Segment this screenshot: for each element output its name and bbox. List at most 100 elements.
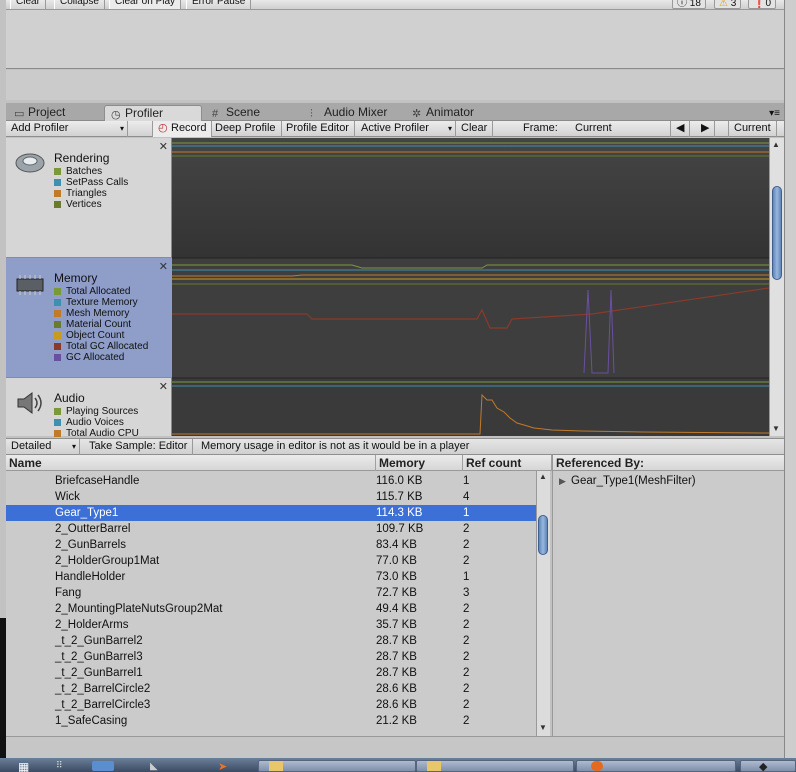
console-clear-button[interactable]: Clear — [10, 0, 46, 9]
frame-label: Frame: — [523, 122, 558, 134]
deep-profile-button[interactable]: Deep Profile — [210, 121, 282, 137]
legend-total-allocated[interactable]: Total Allocated — [54, 286, 131, 297]
legend-batches[interactable]: Batches — [54, 166, 102, 177]
tab-profiler[interactable]: ◷ Profiler — [104, 105, 202, 121]
legend-playing-sources[interactable]: Playing Sources — [54, 406, 138, 417]
frame-value: Current — [575, 122, 612, 134]
table-row[interactable]: Fang 72.7 KB 3 — [6, 585, 536, 601]
graph-scroll-thumb[interactable] — [772, 186, 782, 280]
table-row[interactable]: 2_HolderGroup1Mat 77.0 KB 2 — [6, 553, 536, 569]
folder-icon: ▭ — [14, 108, 25, 120]
tab-project[interactable]: ▭ Project — [8, 105, 102, 121]
close-icon[interactable]: ✕ — [159, 260, 168, 273]
console-error-pause-button[interactable]: Error Pause — [186, 0, 252, 9]
legend-setpass[interactable]: SetPass Calls — [54, 177, 128, 188]
legend-texture-memory[interactable]: Texture Memory — [54, 297, 138, 308]
memory-table-header: Name Memory Ref count — [6, 455, 552, 471]
profile-editor-button[interactable]: Profile Editor — [281, 121, 355, 137]
legend-object-count[interactable]: Object Count — [54, 330, 124, 341]
referenced-by-panel[interactable]: ▶ Gear_Type1(MeshFilter) — [552, 471, 784, 736]
view-mode-dropdown[interactable]: Detailed — [6, 439, 80, 455]
expand-arrow-icon[interactable]: ▶ — [559, 473, 566, 489]
tab-audio-mixer[interactable]: ⫶ Audio Mixer — [304, 105, 404, 121]
column-name[interactable]: Name — [6, 455, 376, 471]
legend-vertices[interactable]: Vertices — [54, 199, 102, 210]
module-audio[interactable]: Audio ✕ Playing Sources Audio Voices Tot… — [6, 378, 172, 439]
column-ref-count[interactable]: Ref count — [463, 455, 552, 471]
table-row[interactable]: Wick 115.7 KB 4 — [6, 489, 536, 505]
profiler-graphs[interactable] — [172, 138, 769, 436]
scroll-down-icon[interactable]: ▼ — [772, 424, 780, 433]
console-collapse-button[interactable]: Collapse — [54, 0, 105, 9]
table-row[interactable]: 2_GunBarrels 83.4 KB 2 — [6, 537, 536, 553]
referenced-by-item[interactable]: ▶ Gear_Type1(MeshFilter) — [553, 473, 785, 489]
legend-material-count[interactable]: Material Count — [54, 319, 131, 330]
graph-scrollbar[interactable]: ▲ ▼ — [769, 138, 784, 436]
legend-gc-allocated[interactable]: GC Allocated — [54, 352, 124, 363]
legend-total-gc-allocated[interactable]: Total GC Allocated — [54, 341, 148, 352]
console-log-area[interactable] — [6, 10, 784, 69]
table-row[interactable]: _t_2_BarrelCircle3 28.6 KB 2 — [6, 697, 536, 713]
tab-menu-icon[interactable]: ▾≡ — [769, 108, 780, 119]
taskbar-browser-window[interactable] — [576, 760, 736, 772]
table-row[interactable]: _t_2_GunBarrel3 28.7 KB 2 — [6, 649, 536, 665]
table-row[interactable]: HandleHolder 73.0 KB 1 — [6, 569, 536, 585]
table-row-selected[interactable]: Gear_Type1 114.3 KB 1 — [6, 505, 536, 521]
taskbar-folder-window[interactable] — [258, 760, 416, 772]
table-row[interactable]: 1_SafeCasing 21.2 KB 2 — [6, 713, 536, 729]
scroll-down-icon[interactable]: ▼ — [539, 723, 547, 732]
start-icon[interactable]: ▦ — [18, 760, 29, 772]
legend-triangles[interactable]: Triangles — [54, 188, 107, 199]
status-strip — [6, 736, 784, 758]
column-memory[interactable]: Memory — [376, 455, 463, 471]
table-row[interactable]: BriefcaseHandle 116.0 KB 1 — [6, 473, 536, 489]
editor-memory-note: Memory usage in editor is not as it woul… — [201, 440, 470, 452]
table-row[interactable]: _t_2_GunBarrel2 28.7 KB 2 — [6, 633, 536, 649]
prev-frame-button[interactable]: ◀ — [670, 121, 691, 137]
taskbar-folder-window[interactable] — [416, 760, 574, 772]
folder-icon — [269, 761, 283, 771]
table-scrollbar[interactable]: ▲ ▼ — [536, 471, 550, 736]
scroll-up-icon[interactable]: ▲ — [539, 472, 547, 481]
grid-launcher-icon[interactable]: ⠿ — [56, 760, 63, 771]
active-profiler-dropdown[interactable]: Active Profiler — [356, 121, 456, 137]
take-sample-button[interactable]: Take Sample: Editor — [84, 439, 194, 455]
close-icon[interactable]: ✕ — [159, 380, 168, 393]
info-count-badge[interactable]: ⓘ 18 — [672, 0, 706, 9]
legend-swatch — [54, 419, 61, 426]
module-rendering[interactable]: Rendering ✕ Batches SetPass Calls Triang… — [6, 138, 172, 258]
memory-table[interactable]: BriefcaseHandle 116.0 KB 1 Wick 115.7 KB 4 G… — [6, 471, 536, 736]
profiler-clear-button[interactable]: Clear — [456, 121, 494, 137]
taskbar-app-icon[interactable] — [92, 761, 114, 771]
table-row[interactable]: 2_MountingPlateNutsGroup2Mat 49.4 KB 2 — [6, 601, 536, 617]
warning-count-badge[interactable]: ⚠ 3 — [714, 0, 742, 9]
add-profiler-dropdown[interactable]: Add Profiler — [6, 121, 128, 137]
animator-icon: ✲ — [412, 108, 422, 120]
tab-scene[interactable]: # Scene — [206, 105, 302, 121]
audio-graph[interactable] — [172, 378, 769, 436]
current-frame-button[interactable]: Current — [728, 121, 777, 137]
table-row[interactable]: _t_2_BarrelCircle2 28.6 KB 2 — [6, 681, 536, 697]
tab-animator[interactable]: ✲ Animator — [406, 105, 496, 121]
record-icon: ◴ — [158, 122, 168, 134]
legend-audio-voices[interactable]: Audio Voices — [54, 417, 124, 428]
taskbar-unity-window[interactable]: ◆ — [740, 760, 796, 772]
unity-icon: ◆ — [759, 761, 768, 772]
taskbar-app-icon[interactable]: ◣ — [150, 761, 158, 772]
next-frame-button[interactable]: ▶ — [696, 121, 716, 137]
legend-swatch — [54, 179, 61, 186]
table-row[interactable]: _t_2_GunBarrel1 28.7 KB 2 — [6, 665, 536, 681]
table-row[interactable]: 2_HolderArms 35.7 KB 2 — [6, 617, 536, 633]
module-memory[interactable]: Memory ✕ Total Allocated Texture Memory … — [6, 258, 172, 378]
scroll-up-icon[interactable]: ▲ — [772, 140, 780, 149]
error-count-badge[interactable]: ❗0 — [748, 0, 777, 9]
record-button[interactable]: ◴ Record — [152, 121, 213, 137]
table-scroll-thumb[interactable] — [538, 515, 548, 555]
memory-chip-icon — [16, 275, 44, 295]
detail-toolbar: Detailed Take Sample: Editor Memory usag… — [6, 438, 784, 455]
console-clear-on-play-button[interactable]: Clear on Play — [109, 0, 182, 9]
table-row[interactable]: 2_OutterBarrel 109.7 KB 2 — [6, 521, 536, 537]
close-icon[interactable]: ✕ — [159, 140, 168, 153]
legend-mesh-memory[interactable]: Mesh Memory — [54, 308, 129, 319]
taskbar-app-icon[interactable]: ➤ — [218, 760, 227, 772]
